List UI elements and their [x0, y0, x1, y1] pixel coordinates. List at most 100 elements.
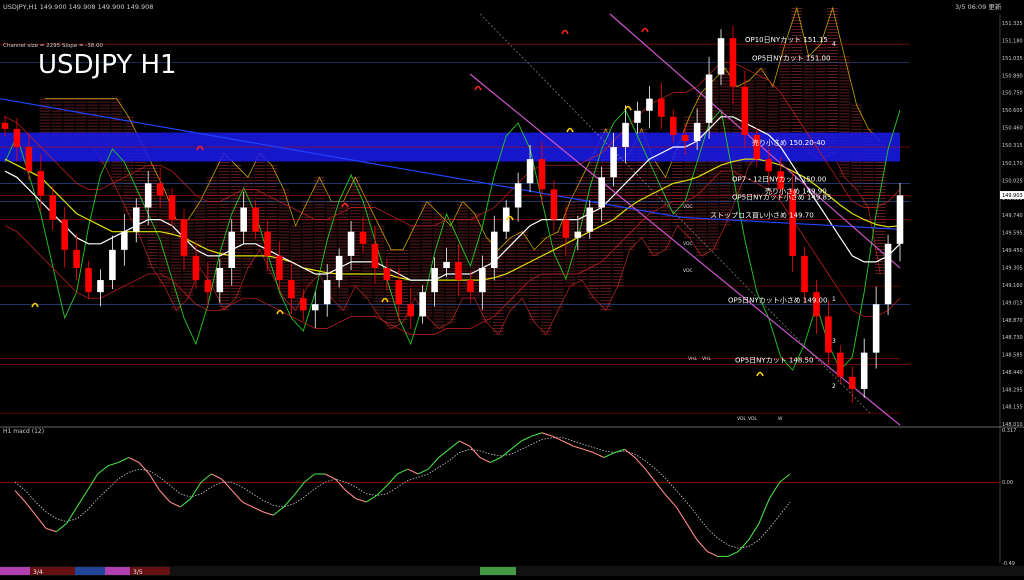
current-price-text: 149.903 — [1002, 193, 1023, 199]
symbol-line: USDJPY,H1 149.900 149.908 149.900 149.90… — [3, 3, 153, 11]
candle-body — [395, 280, 403, 305]
footer-tab-2[interactable]: 3/5 — [133, 569, 143, 576]
price-tick-label: 148.155 — [1002, 404, 1023, 410]
candle-body — [455, 261, 462, 281]
price-tick-label: 150.750 — [1002, 91, 1023, 97]
small-label: VDL — [737, 416, 747, 422]
price-tick-label: 149.450 — [1002, 248, 1023, 254]
candle-body — [848, 376, 856, 389]
candle-body — [97, 280, 104, 293]
candle-body — [61, 219, 68, 250]
small-label: VDC — [683, 241, 693, 247]
price-tick-label: 150.170 — [1002, 161, 1023, 167]
candle-body — [323, 280, 331, 305]
candle-body — [288, 280, 295, 299]
footer-segment — [0, 567, 30, 575]
candle-body — [443, 261, 450, 268]
footer-tab-1[interactable]: 3/4 — [33, 569, 43, 576]
candle-body — [610, 147, 617, 178]
chart-background — [0, 0, 1024, 576]
candle-body — [467, 280, 474, 293]
candle-body — [562, 219, 570, 238]
small-label: VHL — [702, 356, 711, 362]
candle-body — [37, 171, 45, 196]
candle-body — [311, 304, 319, 311]
candle-body — [431, 267, 438, 293]
level-mark: 3 — [832, 338, 836, 345]
price-tick-label: 149.015 — [1002, 300, 1023, 306]
candle-body — [646, 98, 653, 111]
candle-body — [228, 231, 236, 268]
candle-body — [681, 134, 689, 141]
candle-body — [335, 255, 343, 281]
chart-root: OP10日NYカット 151.15 OP5日NYカット 151.00 売り小さめ 1… — [0, 0, 1024, 576]
candle-body — [896, 195, 904, 244]
candle-body — [658, 98, 665, 117]
candle-body — [49, 195, 57, 220]
price-tick-label: 150.605 — [1002, 108, 1023, 114]
candle-body — [550, 189, 558, 220]
price-tick-label: 148.440 — [1002, 370, 1023, 376]
candle-body — [502, 207, 510, 232]
price-tick-label: 150.315 — [1002, 143, 1023, 149]
candle-body — [669, 116, 677, 135]
candle-body — [598, 177, 605, 208]
candle-body — [347, 231, 355, 256]
candle-body — [729, 38, 737, 87]
price-tick-label: 150.890 — [1002, 74, 1023, 80]
price-tick-label: 150.025 — [1002, 178, 1023, 184]
price-tick-label: 149.740 — [1002, 213, 1023, 219]
candle-body — [693, 122, 701, 141]
channel-info: Channel size = 2295 Slope = -38.00 — [3, 43, 103, 49]
candle-body — [574, 231, 582, 238]
price-tick-label: 148.585 — [1002, 352, 1023, 358]
candle-body — [538, 159, 546, 190]
candle-body — [132, 207, 140, 232]
candle-body — [526, 159, 534, 184]
level-mark: 4 — [832, 41, 836, 48]
annotation-label: ストップロス買い小さめ 149.70 — [710, 211, 814, 220]
candle-body — [765, 159, 773, 172]
level-mark: 1 — [832, 296, 836, 303]
price-tick-label: 151.035 — [1002, 56, 1023, 62]
candle-body — [109, 249, 116, 281]
candle-body — [383, 267, 391, 281]
small-label: VHL — [688, 356, 697, 362]
timestamp: 3/5 06:09 更新 — [955, 2, 1002, 11]
level-mark: 2 — [832, 383, 836, 390]
candle-body — [264, 231, 271, 256]
candle-body — [622, 122, 629, 148]
candle-body — [276, 255, 283, 281]
candle-body — [121, 231, 128, 250]
candle-body — [192, 255, 200, 281]
candle-body — [407, 304, 415, 317]
candle-body — [300, 298, 307, 311]
candle-body — [359, 231, 367, 244]
candle-body — [860, 352, 868, 389]
footer-segment — [75, 567, 105, 575]
candle-body — [156, 183, 164, 196]
annotation-label: OP5日NYカット小さめ 149.85 — [732, 192, 831, 201]
footer-bar: 3/4 3/5 — [0, 566, 1024, 576]
candle-body — [705, 74, 713, 123]
candle-body — [73, 249, 80, 268]
candle-body — [13, 128, 21, 148]
candle-body — [837, 352, 844, 377]
candle-body — [419, 292, 426, 317]
annotation-label: OP7・12日NYカット 150.00 — [732, 175, 826, 183]
annotation-label: OP5日NYカット小さめ 149.00 — [728, 295, 827, 304]
candle-body — [85, 267, 92, 293]
small-label: W — [778, 416, 783, 422]
small-label: VDC — [683, 268, 693, 274]
candle-body — [741, 86, 749, 135]
price-chart: OP10日NYカット 151.15 OP5日NYカット 151.00 売り小さめ 1… — [0, 0, 1024, 576]
macd-label: H1 macd (12) — [3, 428, 44, 435]
price-tick-label: 148.730 — [1002, 335, 1023, 341]
candle-body — [216, 267, 224, 293]
annotation-label: OP5日NYカット 151.00 — [752, 54, 830, 62]
annotation-label: 売り小さめ 150.20-40 — [752, 138, 825, 147]
candle-body — [168, 195, 176, 220]
candle-body — [144, 183, 152, 208]
small-label: VDL — [748, 416, 758, 422]
price-tick-label: 149.595 — [1002, 230, 1023, 236]
